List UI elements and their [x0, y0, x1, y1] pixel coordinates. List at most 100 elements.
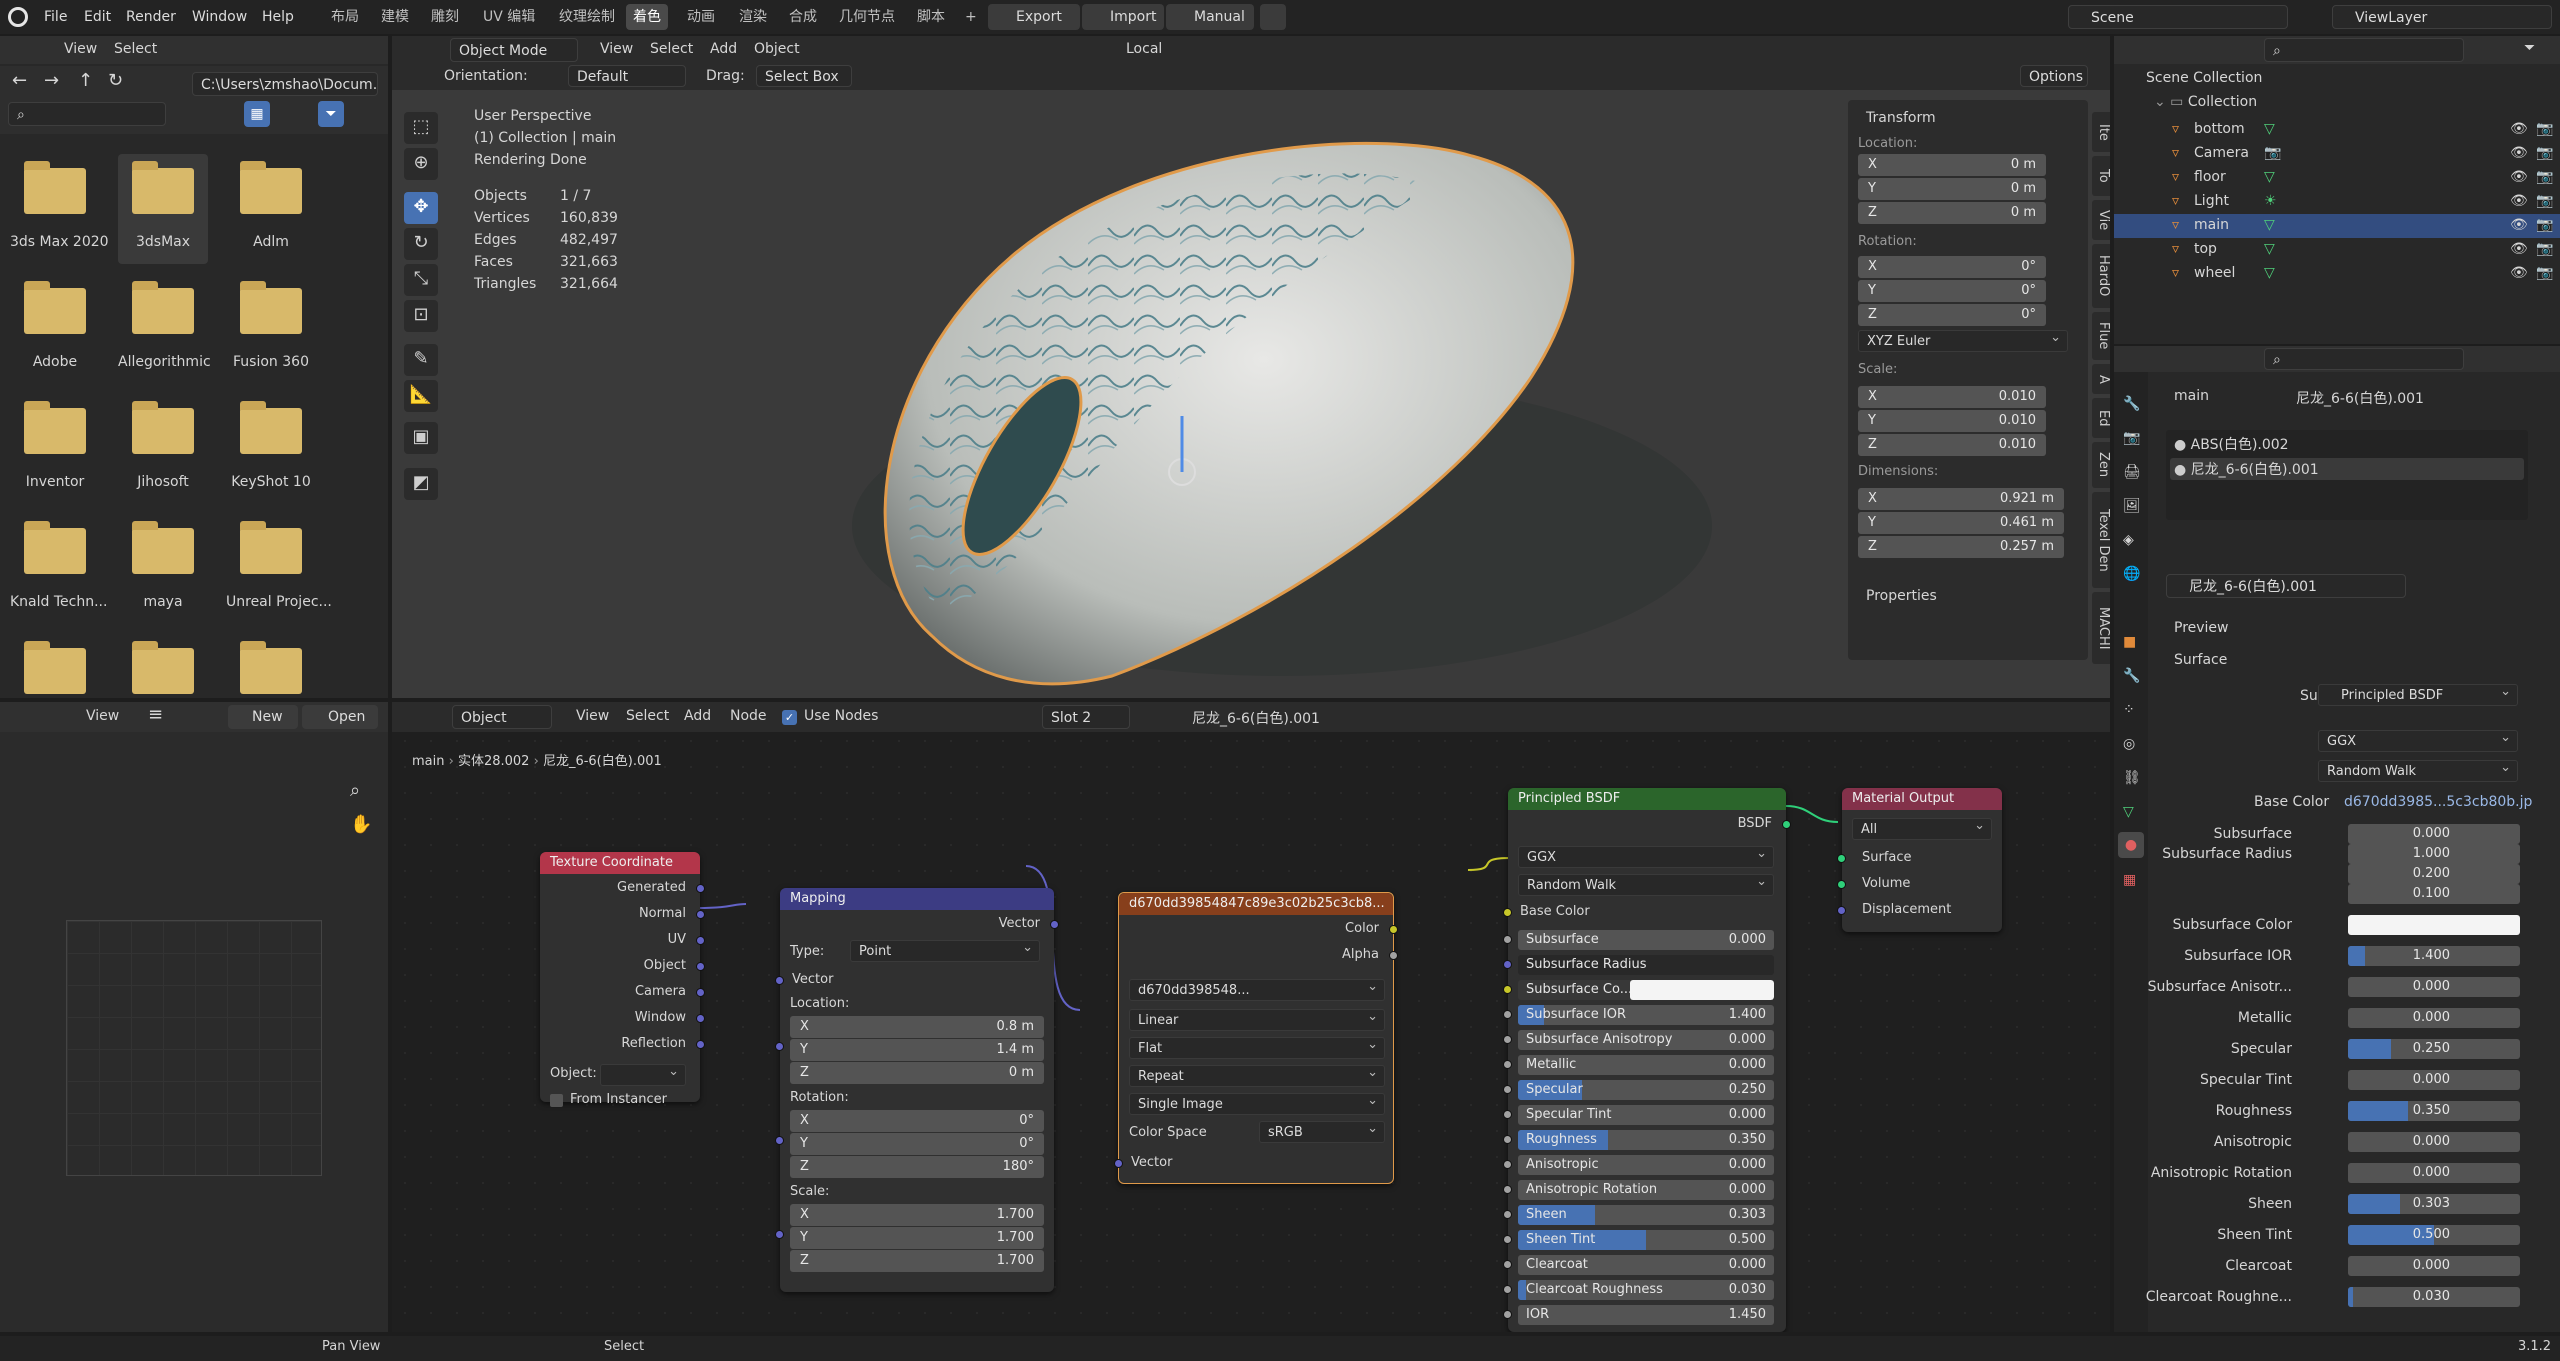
back-arrow-icon[interactable]: ←: [12, 70, 27, 91]
particles-tab-icon[interactable]: ⁘: [2123, 702, 2135, 718]
folder-item[interactable]: Inventor: [10, 394, 100, 504]
bsdf-input-row[interactable]: Specular 0.250: [1518, 1080, 1774, 1100]
properties-subpanel[interactable]: Properties: [1866, 588, 1937, 604]
outliner-search[interactable]: ⌕: [2264, 38, 2464, 62]
eye-icon[interactable]: 👁: [2510, 145, 2528, 161]
input-socket[interactable]: [1503, 1210, 1512, 1219]
property-value-field[interactable]: 0.000: [2348, 977, 2520, 997]
manual-button[interactable]: Manual: [1166, 4, 1254, 30]
property-value-field[interactable]: 0.030: [2348, 1287, 2520, 1307]
sidetab-zen[interactable]: Zen: [2092, 442, 2110, 488]
properties-search[interactable]: ⌕: [2264, 348, 2464, 370]
sidetab-item[interactable]: Ite: [2092, 112, 2110, 152]
property-value-field[interactable]: 0.303: [2348, 1194, 2520, 1214]
annotate-icon[interactable]: ✎: [404, 344, 438, 376]
output-socket[interactable]: [696, 1014, 705, 1023]
source-select[interactable]: Single Image: [1129, 1090, 1385, 1115]
output-socket[interactable]: [1782, 820, 1791, 829]
render-tab-icon[interactable]: 📷: [2123, 430, 2140, 446]
node-title[interactable]: Material Output: [1842, 788, 2002, 810]
material-tab-icon[interactable]: ●: [2118, 832, 2144, 858]
input-socket[interactable]: [1503, 1035, 1512, 1044]
location-x[interactable]: X0 m: [1858, 154, 2046, 176]
material-slot[interactable]: ● 尼龙_6-6(白色).001: [2174, 459, 2319, 479]
input-socket[interactable]: [1503, 935, 1512, 944]
tab-uv-editing[interactable]: UV 编辑: [476, 4, 542, 30]
camera-render-icon[interactable]: 📷: [2536, 145, 2553, 161]
input-socket[interactable]: [775, 1136, 784, 1145]
interpolation-select[interactable]: Linear: [1129, 1006, 1385, 1031]
node-editor[interactable]: Object View Select Add Node ✓ Use Nodes …: [392, 702, 2110, 1332]
viewport-select-menu[interactable]: Select: [650, 41, 693, 57]
scene-selector[interactable]: Scene: [2068, 5, 2288, 29]
view-layer-tab-icon[interactable]: 🖼: [2123, 498, 2141, 514]
cursor-icon[interactable]: ⊕: [404, 148, 438, 180]
tab-modeling[interactable]: 建模: [374, 4, 416, 30]
tab-texture-paint[interactable]: 纹理绘制: [552, 4, 622, 30]
file-view-menu[interactable]: View: [64, 41, 97, 57]
preview-panel[interactable]: Preview: [2174, 620, 2229, 636]
input-socket[interactable]: [1503, 1160, 1512, 1169]
modifier-tab-icon[interactable]: 🔧: [2123, 668, 2140, 684]
input-socket[interactable]: [1837, 880, 1846, 889]
mapping-rotation-z[interactable]: Z 180°: [790, 1156, 1044, 1178]
rotation-mode-select[interactable]: XYZ Euler: [1858, 327, 2068, 352]
folder-item[interactable]: Adlm: [226, 154, 316, 264]
property-value-field[interactable]: 0.500: [2348, 1225, 2520, 1245]
input-socket[interactable]: [775, 1230, 784, 1239]
input-socket[interactable]: [775, 976, 784, 985]
colorspace-select[interactable]: sRGB: [1259, 1118, 1385, 1143]
folder-item[interactable]: [226, 634, 316, 694]
input-socket[interactable]: [1503, 1110, 1512, 1119]
image-view-menu[interactable]: View: [86, 708, 119, 724]
input-socket[interactable]: [1503, 1060, 1512, 1069]
bsdf-input-row[interactable]: Subsurface Anisotropy 0.000: [1518, 1030, 1774, 1050]
outliner-item[interactable]: ▿ Light ☀ 👁 📷: [2114, 190, 2560, 214]
scale-y[interactable]: Y 0.010: [1858, 410, 2046, 432]
filter-icon[interactable]: ⏷: [318, 101, 344, 127]
physics-tab-icon[interactable]: ◎: [2123, 736, 2135, 752]
blender-logo-icon[interactable]: [8, 7, 28, 27]
measure-icon[interactable]: 📐: [404, 380, 438, 412]
bsdf-input-row[interactable]: Subsurface Radius: [1518, 955, 1774, 975]
add-workspace-icon[interactable]: +: [958, 4, 984, 30]
sidetab-a[interactable]: A: [2092, 364, 2110, 394]
property-value-field[interactable]: 0.350: [2348, 1101, 2520, 1121]
sidetab-view[interactable]: Vie: [2092, 200, 2110, 240]
sidetab-texel-density[interactable]: Texel Den: [2092, 492, 2110, 588]
menu-window[interactable]: Window: [192, 0, 247, 34]
transform-title[interactable]: Transform: [1866, 110, 1936, 126]
input-socket[interactable]: [1503, 1285, 1512, 1294]
property-value-field[interactable]: 0.250: [2348, 1039, 2520, 1059]
menu-help[interactable]: Help: [262, 0, 294, 34]
filter-icon[interactable]: ⏷: [2524, 40, 2535, 56]
folder-item[interactable]: Adobe: [10, 274, 100, 384]
outliner-item[interactable]: ▿ top ▽ 👁 📷: [2114, 238, 2560, 262]
input-socket[interactable]: [1503, 1085, 1512, 1094]
bsdf-input-row[interactable]: Subsurface IOR 1.400: [1518, 1005, 1774, 1025]
color-swatch[interactable]: [1630, 980, 1774, 1000]
transform-space-select[interactable]: Local: [1126, 41, 1162, 57]
property-value-field[interactable]: 0.000: [2348, 1256, 2520, 1276]
viewport-view-menu[interactable]: View: [600, 41, 633, 57]
property-value-field[interactable]: 0.000: [2348, 1070, 2520, 1090]
scale-z[interactable]: Z 0.010: [1858, 434, 2046, 456]
camera-render-icon[interactable]: 📷: [2536, 217, 2553, 233]
mapping-rotation-x[interactable]: X 0°: [790, 1110, 1044, 1132]
node-title[interactable]: d670dd39854847c89e3c02b25c3cb8...: [1119, 893, 1393, 915]
output-socket[interactable]: [1389, 925, 1398, 934]
output-socket[interactable]: [696, 962, 705, 971]
tab-sculpting[interactable]: 雕刻: [424, 4, 466, 30]
input-socket[interactable]: [1503, 1135, 1512, 1144]
rotation-z[interactable]: Z 0°: [1858, 304, 2046, 326]
node-texture-coordinate[interactable]: Texture Coordinate Generated Normal UV O…: [540, 852, 705, 1107]
uv-grid[interactable]: [66, 920, 322, 1176]
bsdf-input-row[interactable]: Anisotropic Rotation 0.000: [1518, 1180, 1774, 1200]
node-material-output[interactable]: Material Output All Surface Volume Displ…: [1837, 788, 2002, 932]
property-value-field[interactable]: 0.000: [2348, 824, 2520, 844]
transform-icon[interactable]: ⊡: [404, 300, 438, 332]
properties-object[interactable]: main: [2174, 388, 2209, 404]
file-search-input[interactable]: ⌕: [8, 102, 166, 126]
property-value-field[interactable]: 0.000: [2348, 1163, 2520, 1183]
eye-icon[interactable]: 👁: [2510, 241, 2528, 257]
